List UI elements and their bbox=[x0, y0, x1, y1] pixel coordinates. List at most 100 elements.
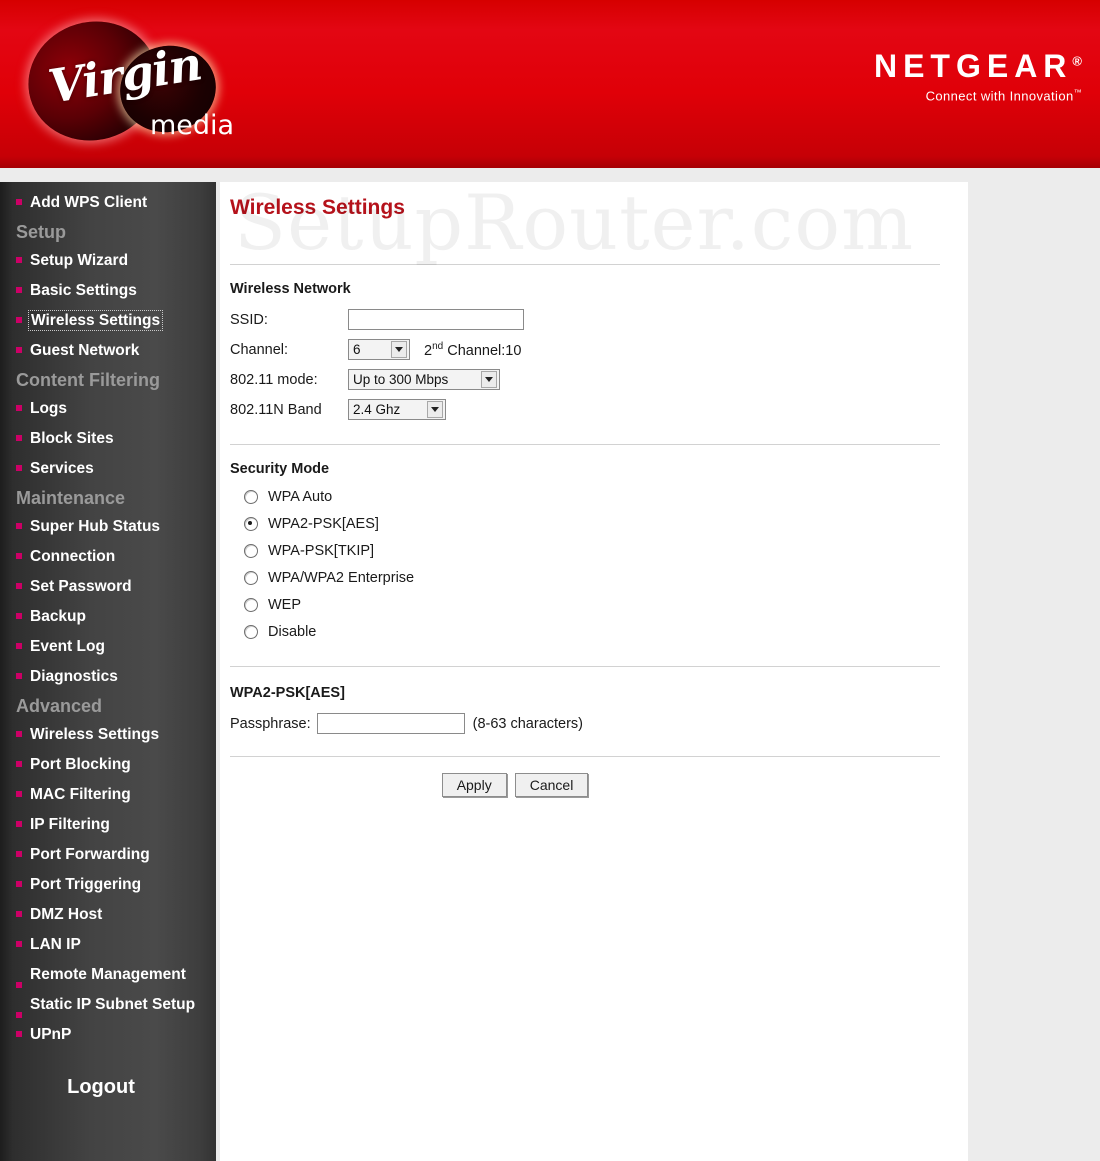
passphrase-input[interactable] bbox=[316, 713, 465, 734]
wireless-network-heading: Wireless Network bbox=[230, 281, 351, 297]
security-option-wpa2-psk-aes[interactable]: WPA2-PSK[AES] bbox=[244, 516, 940, 532]
sidebar-item-wireless-settings[interactable]: Wireless Settings bbox=[0, 306, 216, 336]
sidebar-item-label: MAC Filtering bbox=[30, 786, 131, 803]
security-option-wpa-psk-tkip[interactable]: WPA-PSK[TKIP] bbox=[244, 543, 940, 559]
second-channel-text: 2nd Channel:10 bbox=[424, 341, 521, 359]
sidebar-item-ip-filtering[interactable]: IP Filtering bbox=[0, 810, 216, 840]
sidebar-item-label: UPnP bbox=[30, 1026, 72, 1043]
passphrase-section-heading: WPA2-PSK[AES] bbox=[230, 685, 345, 701]
sidebar-navigation: Add WPS Client Setup Setup Wizard Basic … bbox=[0, 182, 216, 1161]
radio-icon bbox=[244, 598, 258, 612]
sidebar-item-super-hub-status[interactable]: Super Hub Status bbox=[0, 512, 216, 542]
site-header: Virgin media NETGEAR® Connect with Innov… bbox=[0, 0, 1100, 168]
cancel-button[interactable]: Cancel bbox=[514, 773, 589, 797]
sidebar-item-lan-ip[interactable]: LAN IP bbox=[0, 930, 216, 960]
netgear-trademark: ® bbox=[1072, 53, 1082, 69]
ssid-row: SSID: bbox=[230, 309, 940, 330]
bullet-icon bbox=[16, 257, 22, 263]
netgear-tagline: Connect with Innovation™ bbox=[874, 88, 1082, 103]
security-option-wep[interactable]: WEP bbox=[244, 597, 940, 613]
sidebar-item-remote-management[interactable]: Remote Management bbox=[0, 960, 216, 990]
sidebar-item-basic-settings[interactable]: Basic Settings bbox=[0, 276, 216, 306]
sidebar-item-block-sites[interactable]: Block Sites bbox=[0, 424, 216, 454]
sidebar-item-connection[interactable]: Connection bbox=[0, 542, 216, 572]
logout-button[interactable]: Logout bbox=[0, 1076, 216, 1099]
sidebar-group-advanced: Advanced bbox=[0, 692, 216, 720]
sidebar-item-backup[interactable]: Backup bbox=[0, 602, 216, 632]
security-option-disable[interactable]: Disable bbox=[244, 624, 940, 640]
divider-passphrase bbox=[230, 666, 940, 667]
virgin-media-subtext: media bbox=[150, 110, 235, 141]
security-option-wpa-auto[interactable]: WPA Auto bbox=[244, 489, 940, 505]
bullet-icon bbox=[16, 673, 22, 679]
bullet-icon bbox=[16, 941, 22, 947]
netgear-logo: NETGEAR® Connect with Innovation™ bbox=[874, 50, 1082, 103]
second-channel-value: Channel:10 bbox=[443, 342, 522, 359]
bullet-icon bbox=[16, 791, 22, 797]
sidebar-item-label: DMZ Host bbox=[30, 906, 103, 923]
mode-label: 802.11 mode: bbox=[230, 371, 318, 388]
sidebar-item-port-triggering[interactable]: Port Triggering bbox=[0, 870, 216, 900]
bullet-icon bbox=[16, 1031, 22, 1037]
sidebar-item-label: Static IP Subnet Setup bbox=[30, 996, 196, 1013]
bullet-icon bbox=[16, 465, 22, 471]
sidebar-item-services[interactable]: Services bbox=[0, 454, 216, 484]
band-row: 802.11N Band 2.4 Ghz bbox=[230, 399, 940, 420]
radio-icon bbox=[244, 490, 258, 504]
sidebar-item-label: Connection bbox=[30, 548, 116, 565]
radio-icon bbox=[244, 544, 258, 558]
security-option-wpa-wpa2-enterprise[interactable]: WPA/WPA2 Enterprise bbox=[244, 570, 940, 586]
sidebar-group-label: Content Filtering bbox=[16, 370, 160, 390]
bullet-icon bbox=[16, 317, 22, 323]
channel-selected-value: 6 bbox=[353, 342, 361, 357]
sidebar-item-guest-network[interactable]: Guest Network bbox=[0, 336, 216, 366]
passphrase-label: Passphrase: bbox=[230, 715, 311, 732]
bullet-icon bbox=[16, 643, 22, 649]
netgear-name-text: NETGEAR bbox=[873, 48, 1073, 84]
sidebar-item-static-ip-subnet-setup[interactable]: Static IP Subnet Setup bbox=[0, 990, 216, 1020]
divider-top bbox=[230, 264, 940, 265]
sidebar-item-mac-filtering[interactable]: MAC Filtering bbox=[0, 780, 216, 810]
sidebar-item-port-blocking[interactable]: Port Blocking bbox=[0, 750, 216, 780]
bullet-icon bbox=[16, 553, 22, 559]
sidebar-item-dmz-host[interactable]: DMZ Host bbox=[0, 900, 216, 930]
sidebar-item-label: Wireless Settings bbox=[27, 310, 164, 331]
sidebar-item-label: Wireless Settings bbox=[30, 726, 160, 743]
bullet-icon bbox=[16, 851, 22, 857]
divider-actions bbox=[230, 756, 940, 757]
virgin-media-logo: Virgin media bbox=[14, 6, 234, 156]
sidebar-item-label: LAN IP bbox=[30, 936, 81, 953]
sidebar-group-label: Advanced bbox=[16, 696, 103, 716]
channel-row: Channel: 6 2nd Channel:10 bbox=[230, 339, 940, 360]
sidebar-item-diagnostics[interactable]: Diagnostics bbox=[0, 662, 216, 692]
sidebar-item-label: Port Triggering bbox=[30, 876, 142, 893]
netgear-wordmark: NETGEAR® bbox=[874, 50, 1082, 82]
sidebar-group-setup: Setup bbox=[0, 218, 216, 246]
passphrase-row: Passphrase: (8-63 characters) bbox=[230, 713, 940, 734]
sidebar-item-port-forwarding[interactable]: Port Forwarding bbox=[0, 840, 216, 870]
sidebar-item-set-password[interactable]: Set Password bbox=[0, 572, 216, 602]
mode-row: 802.11 mode: Up to 300 Mbps bbox=[230, 369, 940, 390]
netgear-tagline-tm: ™ bbox=[1073, 88, 1082, 97]
sidebar-item-label: Diagnostics bbox=[30, 668, 118, 685]
sidebar-item-event-log[interactable]: Event Log bbox=[0, 632, 216, 662]
mode-select[interactable]: Up to 300 Mbps bbox=[348, 369, 500, 390]
sidebar-item-setup-wizard[interactable]: Setup Wizard bbox=[0, 246, 216, 276]
apply-button[interactable]: Apply bbox=[441, 773, 507, 797]
sidebar-item-label: Port Blocking bbox=[30, 756, 131, 773]
sidebar-item-advanced-wireless-settings[interactable]: Wireless Settings bbox=[0, 720, 216, 750]
band-select[interactable]: 2.4 Ghz bbox=[348, 399, 446, 420]
bullet-icon bbox=[16, 523, 22, 529]
passphrase-hint: (8-63 characters) bbox=[472, 715, 584, 732]
sidebar-item-upnp[interactable]: UPnP bbox=[0, 1020, 216, 1050]
ssid-input[interactable] bbox=[348, 309, 524, 330]
sidebar-item-add-wps-client[interactable]: Add WPS Client bbox=[0, 188, 216, 218]
netgear-tagline-text: Connect with Innovation bbox=[925, 88, 1074, 104]
channel-select[interactable]: 6 bbox=[348, 339, 410, 360]
sidebar-item-label: Add WPS Client bbox=[30, 194, 148, 211]
bullet-icon bbox=[16, 821, 22, 827]
second-channel-ordinal: nd bbox=[432, 340, 444, 352]
sidebar-item-logs[interactable]: Logs bbox=[0, 394, 216, 424]
bullet-icon bbox=[16, 287, 22, 293]
radio-icon bbox=[244, 571, 258, 585]
